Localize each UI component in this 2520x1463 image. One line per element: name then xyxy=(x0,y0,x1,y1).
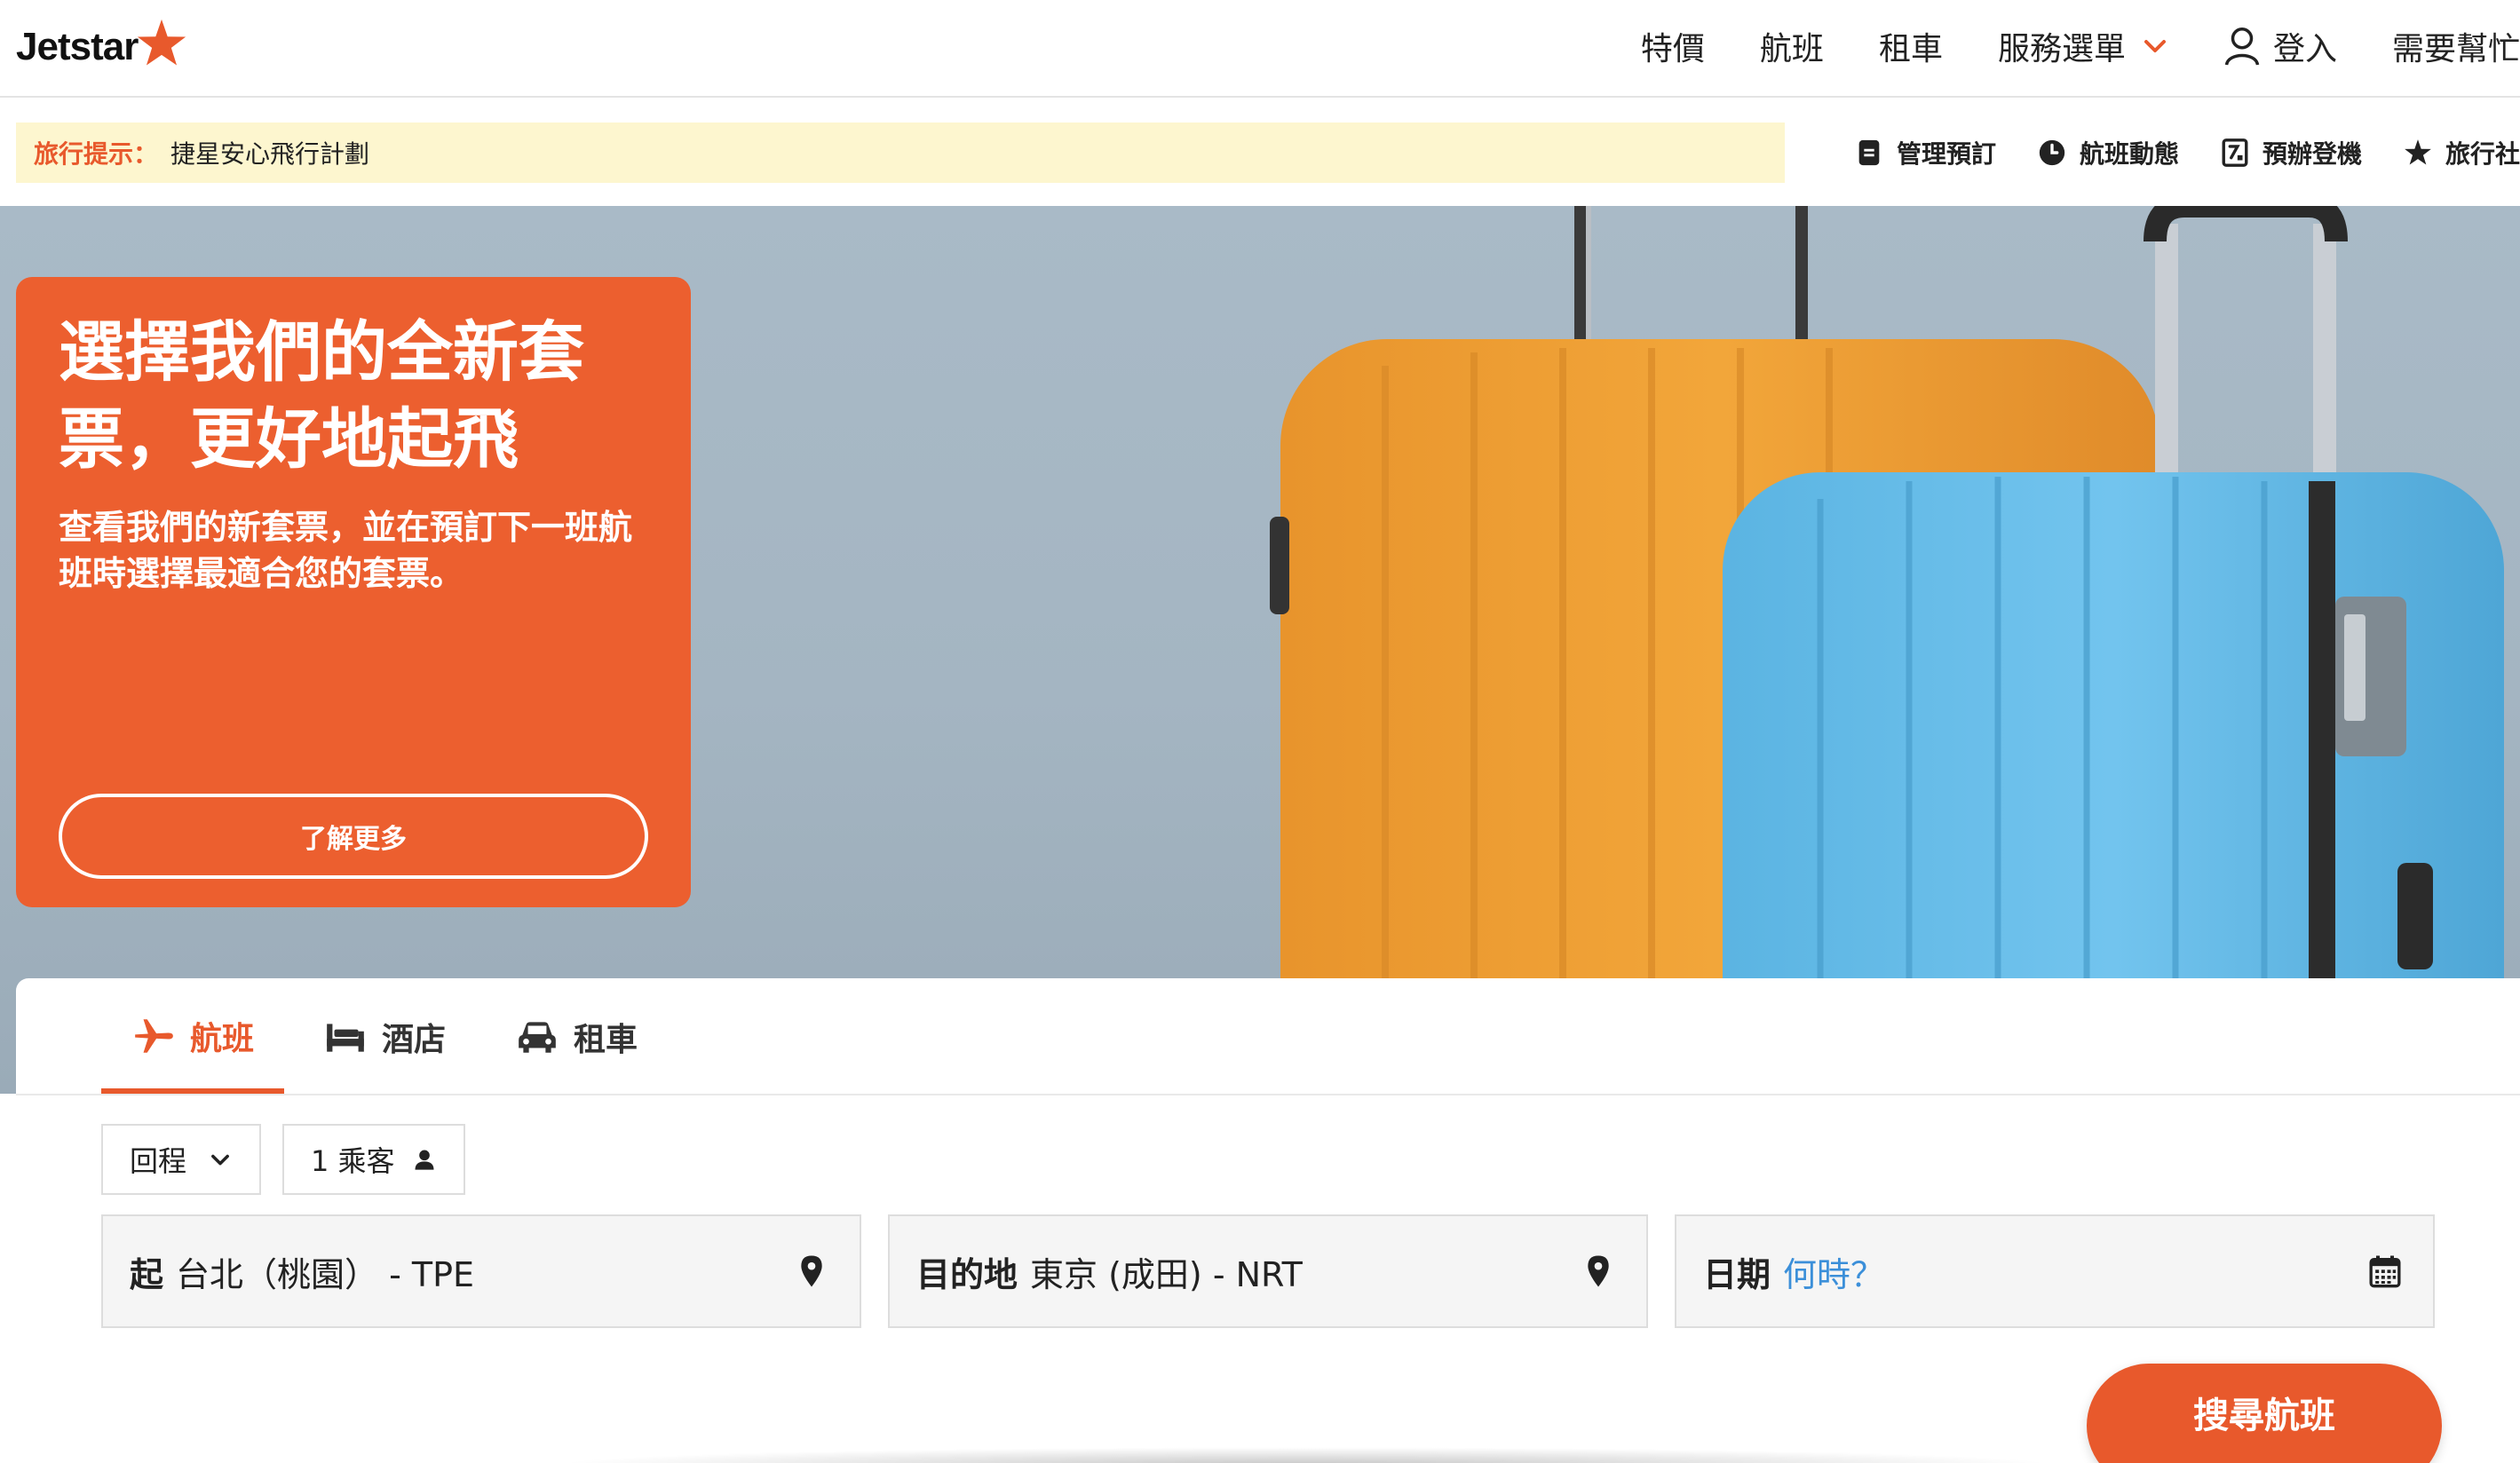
origin-field[interactable]: 起 台北（桃園） - TPE xyxy=(101,1214,861,1328)
travel-tip-label: 旅行提示： xyxy=(34,139,159,169)
nav-login[interactable]: 登入 xyxy=(2223,23,2337,69)
nav-services-menu[interactable]: 服務選單 xyxy=(1998,23,2168,69)
nav-help[interactable]: 需要幫忙 xyxy=(2392,23,2520,69)
person-icon xyxy=(415,1150,434,1170)
tabs-divider xyxy=(16,1094,2520,1095)
star-icon xyxy=(2405,139,2431,165)
quick-link-online-checkin[interactable]: 預辦登機 xyxy=(2220,135,2362,170)
chevron-down-icon xyxy=(2144,40,2166,52)
tab-car-hire[interactable]: 租車 xyxy=(485,980,668,1094)
quick-link-label: 預辦登機 xyxy=(2262,139,2362,169)
travel-tip-link[interactable]: 捷星安心飛行計劃 xyxy=(170,135,369,170)
quick-link-manage-booking[interactable]: 管理預訂 xyxy=(1854,135,1996,170)
logo-text: Jetstar xyxy=(16,25,139,68)
promo-card: 選擇我們的全新套票，更好地起飛 查看我們的新套票，並在預訂下一班航班時選擇最適合… xyxy=(16,277,691,907)
location-pin-icon xyxy=(1588,1255,1609,1287)
calendar-icon xyxy=(2369,1255,2401,1288)
quick-link-flight-status[interactable]: 航班動態 xyxy=(2037,135,2179,170)
booking-tabs: 航班 酒店 租車 xyxy=(101,978,677,1094)
bed-icon xyxy=(327,1024,364,1052)
quick-link-travel-agent[interactable]: 旅行社 xyxy=(2403,135,2520,170)
destination-value: 東京 (成田) - NRT xyxy=(1030,1254,1303,1294)
location-pin-icon xyxy=(801,1255,822,1287)
tab-hotels[interactable]: 酒店 xyxy=(293,980,476,1094)
jetstar-logo[interactable]: Jetstar xyxy=(16,16,189,78)
passenger-count: 1 乘客 xyxy=(311,1144,395,1178)
trip-type-select[interactable]: 回程 xyxy=(101,1124,261,1195)
car-icon xyxy=(519,1022,556,1053)
promo-title: 選擇我們的全新套票，更好地起飛 xyxy=(59,314,584,478)
date-field[interactable]: 日期 何時？ xyxy=(1675,1214,2435,1328)
nav-car-hire[interactable]: 租車 xyxy=(1879,23,1943,69)
nav-services-label: 服務選單 xyxy=(1997,31,2126,67)
trip-type-value: 回程 xyxy=(130,1144,187,1178)
passenger-select[interactable]: 1 乘客 xyxy=(282,1124,465,1195)
chevron-down-icon xyxy=(211,1154,229,1166)
main-nav: 特價 航班 租車 服務選單 登入 需要幫忙 xyxy=(1586,0,2520,92)
star-logo-icon xyxy=(138,19,186,66)
search-flights-button[interactable]: 搜尋航班 xyxy=(2087,1364,2442,1463)
nav-flights[interactable]: 航班 xyxy=(1760,23,1824,69)
destination-field[interactable]: 目的地 東京 (成田) - NRT xyxy=(888,1214,1648,1328)
nav-deals[interactable]: 特價 xyxy=(1641,23,1705,69)
quick-links: 管理預訂 航班動態 預辦登機 旅行社 xyxy=(1813,123,2520,183)
quick-link-label: 旅行社 xyxy=(2445,139,2520,169)
tab-label: 租車 xyxy=(574,1022,638,1058)
tab-label: 航班 xyxy=(190,1021,255,1057)
tab-label: 酒店 xyxy=(382,1022,447,1058)
plane-icon xyxy=(135,1019,173,1053)
site-header: Jetstar 特價 航班 租車 服務選單 登入 需要幫忙 xyxy=(0,0,2520,98)
travel-tip-banner[interactable]: 旅行提示： 捷星安心飛行計劃 xyxy=(16,123,1785,183)
login-label: 登入 xyxy=(2272,31,2337,67)
quick-link-label: 管理預訂 xyxy=(1896,139,1996,169)
learn-more-button[interactable]: 了解更多 xyxy=(59,794,648,879)
checkin-icon xyxy=(2222,138,2248,167)
promo-subtitle: 查看我們的新套票，並在預訂下一班航班時選擇最適合您的套票。 xyxy=(59,508,633,593)
clock-icon xyxy=(2039,139,2065,166)
origin-label: 起 xyxy=(130,1254,164,1294)
date-label: 日期 xyxy=(1703,1254,1771,1294)
document-icon xyxy=(1858,139,1880,166)
quick-link-label: 航班動態 xyxy=(2079,139,2179,169)
user-icon xyxy=(2224,28,2260,66)
destination-label: 目的地 xyxy=(916,1254,1018,1294)
date-placeholder: 何時？ xyxy=(1783,1254,1885,1294)
origin-value: 台北（桃園） - TPE xyxy=(176,1254,475,1294)
tab-flights[interactable]: 航班 xyxy=(101,978,285,1094)
